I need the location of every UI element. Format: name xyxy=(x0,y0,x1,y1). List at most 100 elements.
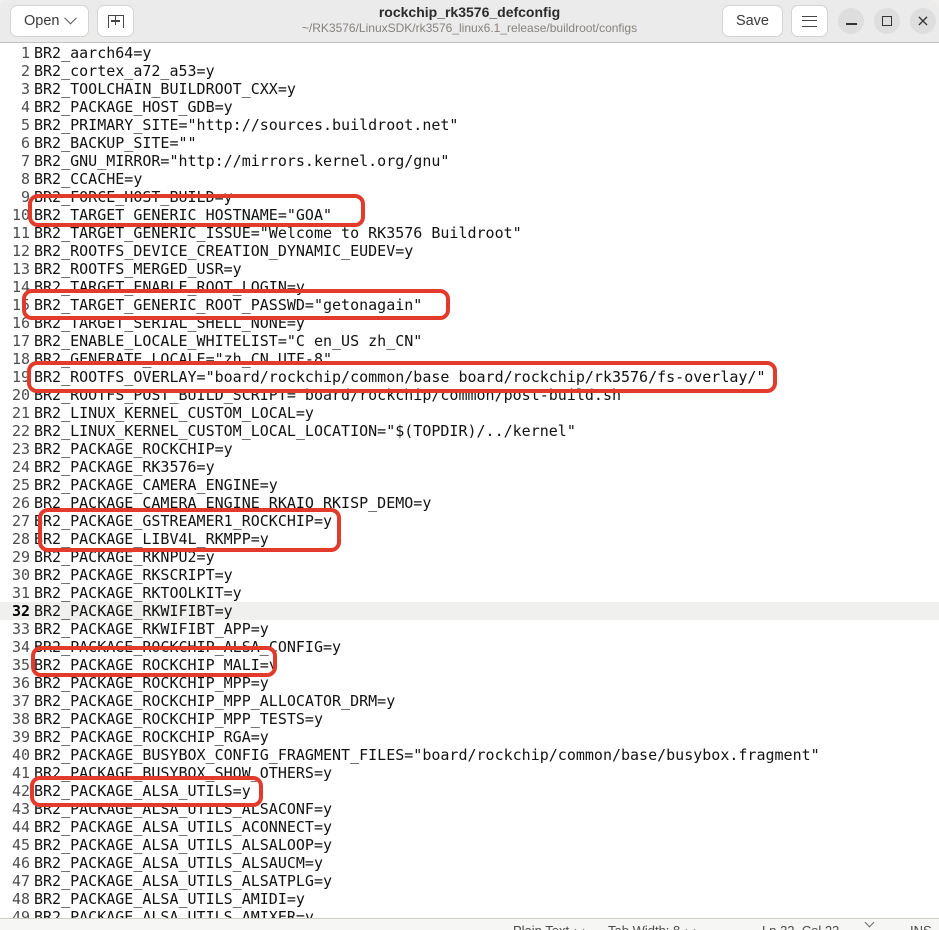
save-button-label: Save xyxy=(736,13,769,29)
line-number: 3 xyxy=(0,80,30,98)
code-line: 33BR2_PACKAGE_RKWIFIBT_APP=y xyxy=(0,620,939,638)
insert-mode-label: INS xyxy=(910,922,932,930)
goto-line-dropdown[interactable] xyxy=(866,922,873,926)
code-line: 37BR2_PACKAGE_ROCKCHIP_MPP_ALLOCATOR_DRM… xyxy=(0,692,939,710)
code-text: BR2_PACKAGE_RKTOOLKIT=y xyxy=(30,584,242,602)
code-text: BR2_PACKAGE_HOST_GDB=y xyxy=(30,98,233,116)
line-number: 43 xyxy=(0,800,30,818)
code-line: 23BR2_PACKAGE_ROCKCHIP=y xyxy=(0,440,939,458)
code-text: BR2_ROOTFS_POST_BUILD_SCRIPT="board/rock… xyxy=(30,386,630,404)
code-text: BR2_aarch64=y xyxy=(30,44,151,62)
code-text: BR2_GENERATE_LOCALE="zh_CN.UTF-8" xyxy=(30,350,332,368)
line-number: 24 xyxy=(0,458,30,476)
minimize-button[interactable] xyxy=(838,8,864,34)
line-number: 21 xyxy=(0,404,30,422)
open-button[interactable]: Open xyxy=(10,5,89,37)
code-line: 11BR2_TARGET_GENERIC_ISSUE="Welcome to R… xyxy=(0,224,939,242)
editor-lines: 1BR2_aarch64=y2BR2_cortex_a72_a53=y3BR2_… xyxy=(0,44,939,918)
line-number: 25 xyxy=(0,476,30,494)
open-button-label: Open xyxy=(24,13,59,29)
code-line: 35BR2_PACKAGE_ROCKCHIP_MALI=y xyxy=(0,656,939,674)
code-text: BR2_PACKAGE_ROCKCHIP=y xyxy=(30,440,233,458)
code-text: BR2_PACKAGE_ROCKCHIP_ALSA_CONFIG=y xyxy=(30,638,341,656)
line-number: 5 xyxy=(0,116,30,134)
code-text: BR2_PACKAGE_ALSA_UTILS_AMIXER=y xyxy=(30,908,314,918)
line-number: 10 xyxy=(0,206,30,224)
line-number: 28 xyxy=(0,530,30,548)
code-line: 2BR2_cortex_a72_a53=y xyxy=(0,62,939,80)
new-tab-button[interactable] xyxy=(97,5,134,37)
code-line: 25BR2_PACKAGE_CAMERA_ENGINE=y xyxy=(0,476,939,494)
line-number: 37 xyxy=(0,692,30,710)
status-bar: Plain Text Tab Width: 8 Ln 32, Col 23 IN… xyxy=(0,918,939,930)
line-number: 12 xyxy=(0,242,30,260)
code-text: BR2_PACKAGE_ROCKCHIP_MALI=y xyxy=(30,656,278,674)
line-number: 8 xyxy=(0,170,30,188)
code-line: 26BR2_PACKAGE_CAMERA_ENGINE_RKAIQ_RKISP_… xyxy=(0,494,939,512)
save-button[interactable]: Save xyxy=(722,5,783,37)
maximize-icon xyxy=(882,16,892,26)
code-line: 1BR2_aarch64=y xyxy=(0,44,939,62)
code-text: BR2_FORCE_HOST_BUILD=y xyxy=(30,188,233,206)
line-number: 11 xyxy=(0,224,30,242)
code-text: BR2_ROOTFS_OVERLAY="board/rockchip/commo… xyxy=(30,368,766,386)
code-text: BR2_TOOLCHAIN_BUILDROOT_CXX=y xyxy=(30,80,296,98)
line-number: 47 xyxy=(0,872,30,890)
code-line: 48BR2_PACKAGE_ALSA_UTILS_AMIDI=y xyxy=(0,890,939,908)
insert-mode-indicator: INS xyxy=(910,922,932,930)
code-line: 27BR2_PACKAGE_GSTREAMER1_ROCKCHIP=y xyxy=(0,512,939,530)
code-line: 46BR2_PACKAGE_ALSA_UTILS_ALSAUCM=y xyxy=(0,854,939,872)
code-line: 28BR2_PACKAGE_LIBV4L_RKMPP=y xyxy=(0,530,939,548)
line-number: 15 xyxy=(0,296,30,314)
tab-width-selector[interactable]: Tab Width: 8 xyxy=(608,922,694,930)
code-text: BR2_ROOTFS_DEVICE_CREATION_DYNAMIC_EUDEV… xyxy=(30,242,413,260)
code-line: 39BR2_PACKAGE_ROCKCHIP_RGA=y xyxy=(0,728,939,746)
code-line: 9BR2_FORCE_HOST_BUILD=y xyxy=(0,188,939,206)
header-bar: rockchip_rk3576_defconfig ~/RK3576/Linux… xyxy=(0,0,939,43)
editor-text-area[interactable]: 1BR2_aarch64=y2BR2_cortex_a72_a53=y3BR2_… xyxy=(0,44,939,918)
header-right-group: Save × xyxy=(722,5,936,37)
chevron-down-icon xyxy=(865,918,875,928)
line-number: 45 xyxy=(0,836,30,854)
code-text: BR2_PACKAGE_RKWIFIBT_APP=y xyxy=(30,620,269,638)
code-line: 4BR2_PACKAGE_HOST_GDB=y xyxy=(0,98,939,116)
line-number: 35 xyxy=(0,656,30,674)
language-selector[interactable]: Plain Text xyxy=(513,922,583,930)
code-line: 38BR2_PACKAGE_ROCKCHIP_MPP_TESTS=y xyxy=(0,710,939,728)
code-text: BR2_PACKAGE_LIBV4L_RKMPP=y xyxy=(30,530,269,548)
code-line: 12BR2_ROOTFS_DEVICE_CREATION_DYNAMIC_EUD… xyxy=(0,242,939,260)
tab-width-label: Tab Width: 8 xyxy=(608,922,680,930)
code-text: BR2_GNU_MIRROR="http://mirrors.kernel.or… xyxy=(30,152,449,170)
code-line: 22BR2_LINUX_KERNEL_CUSTOM_LOCAL_LOCATION… xyxy=(0,422,939,440)
minimize-icon xyxy=(846,23,857,25)
code-line: 34BR2_PACKAGE_ROCKCHIP_ALSA_CONFIG=y xyxy=(0,638,939,656)
code-line: 40BR2_PACKAGE_BUSYBOX_CONFIG_FRAGMENT_FI… xyxy=(0,746,939,764)
line-number: 13 xyxy=(0,260,30,278)
code-line: 31BR2_PACKAGE_RKTOOLKIT=y xyxy=(0,584,939,602)
line-number: 14 xyxy=(0,278,30,296)
line-number: 18 xyxy=(0,350,30,368)
text-editor-window: rockchip_rk3576_defconfig ~/RK3576/Linux… xyxy=(0,0,939,930)
code-line: 19BR2_ROOTFS_OVERLAY="board/rockchip/com… xyxy=(0,368,939,386)
code-line: 42BR2_PACKAGE_ALSA_UTILS=y xyxy=(0,782,939,800)
code-line: 16BR2_TARGET_SERIAL_SHELL_NONE=y xyxy=(0,314,939,332)
code-line: 24BR2_PACKAGE_RK3576=y xyxy=(0,458,939,476)
line-number: 32 xyxy=(0,602,30,620)
chevron-down-icon xyxy=(686,925,696,930)
code-text: BR2_TARGET_GENERIC_ROOT_PASSWD="getonaga… xyxy=(30,296,422,314)
code-line: 21BR2_LINUX_KERNEL_CUSTOM_LOCAL=y xyxy=(0,404,939,422)
maximize-button[interactable] xyxy=(874,8,900,34)
cursor-position-button[interactable]: Ln 32, Col 23 xyxy=(762,922,839,930)
code-line: 14BR2_TARGET_ENABLE_ROOT_LOGIN=y xyxy=(0,278,939,296)
close-button[interactable]: × xyxy=(910,8,936,34)
code-line: 8BR2_CCACHE=y xyxy=(0,170,939,188)
line-number: 42 xyxy=(0,782,30,800)
line-number: 6 xyxy=(0,134,30,152)
line-number: 34 xyxy=(0,638,30,656)
line-number: 29 xyxy=(0,548,30,566)
code-text: BR2_TARGET_ENABLE_ROOT_LOGIN=y xyxy=(30,278,305,296)
code-text: BR2_PACKAGE_ALSA_UTILS_ALSATPLG=y xyxy=(30,872,332,890)
menu-button[interactable] xyxy=(791,5,828,37)
code-line: 13BR2_ROOTFS_MERGED_USR=y xyxy=(0,260,939,278)
line-number: 7 xyxy=(0,152,30,170)
